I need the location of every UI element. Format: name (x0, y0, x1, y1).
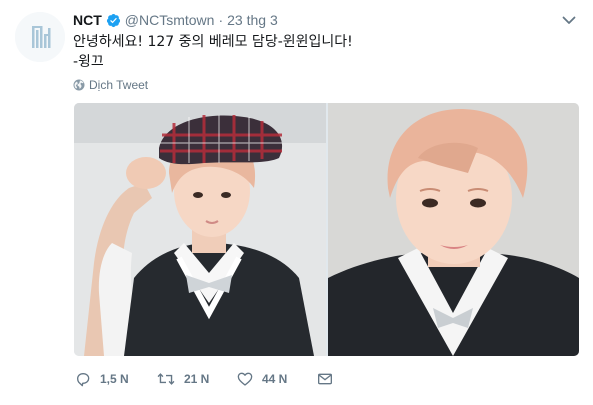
chevron-down-icon[interactable] (561, 12, 577, 28)
handle[interactable]: @NCTsmtown (125, 12, 215, 28)
tweet-text: 안녕하세요! 127 중의 베레모 담당-윈윈입니다! -윙끄 (73, 32, 573, 72)
tweet-actions: 1,5 N 21 N 44 N (75, 369, 337, 389)
reply-button[interactable]: 1,5 N (75, 371, 157, 387)
translate-label: Dịch Tweet (89, 78, 149, 92)
photo-1[interactable] (74, 103, 326, 356)
retweet-count: 21 N (184, 372, 210, 386)
verified-badge-icon (106, 13, 121, 28)
retweet-button[interactable]: 21 N (157, 371, 237, 387)
photo-image (74, 103, 326, 356)
like-button[interactable]: 44 N (237, 371, 317, 387)
retweet-icon (157, 373, 175, 385)
media-grid (74, 103, 579, 356)
envelope-icon (318, 373, 332, 385)
reply-icon (77, 373, 90, 387)
reply-count: 1,5 N (100, 372, 129, 386)
tweet-text-line: -윙끄 (73, 54, 104, 70)
photo-image (328, 103, 579, 356)
direct-message-button[interactable] (317, 371, 337, 387)
avatar[interactable] (15, 12, 65, 62)
heart-icon (237, 372, 253, 386)
like-count: 44 N (262, 372, 288, 386)
photo-2[interactable] (328, 103, 579, 356)
timestamp[interactable]: 23 thg 3 (227, 12, 278, 28)
tweet-text-line: 안녕하세요! 127 중의 베레모 담당-윈윈입니다! (73, 34, 353, 50)
separator-dot: · (218, 12, 224, 28)
display-name[interactable]: NCT (73, 12, 102, 28)
translate-tweet-link[interactable]: Dịch Tweet (73, 77, 148, 93)
tweet-header: NCT @NCTsmtown · 23 thg 3 (73, 10, 278, 30)
tweet: NCT @NCTsmtown · 23 thg 3 안녕하세요! 127 중의 … (0, 0, 593, 405)
nct-logo (15, 12, 65, 62)
globe-icon (73, 79, 85, 91)
